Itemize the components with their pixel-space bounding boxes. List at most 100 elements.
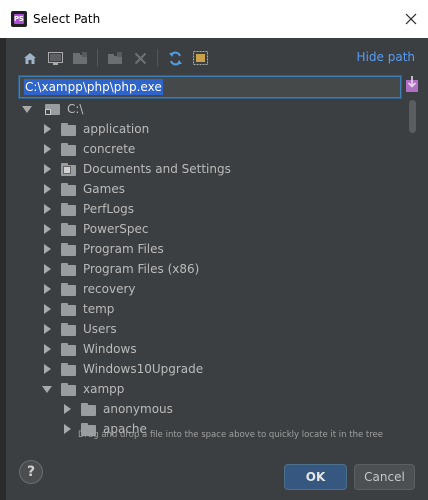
tree-item[interactable]: Program Files bbox=[16, 239, 411, 259]
tree-item[interactable]: xampp bbox=[16, 379, 411, 399]
tree-item-label: Program Files (x86) bbox=[83, 262, 200, 276]
phpstorm-app-icon bbox=[11, 11, 27, 27]
cancel-button[interactable]: Cancel bbox=[354, 464, 415, 490]
folder-icon bbox=[61, 122, 77, 136]
toolbar-separator bbox=[157, 49, 158, 67]
expand-arrow-icon[interactable] bbox=[41, 139, 53, 159]
show-hidden-button[interactable] bbox=[191, 49, 209, 67]
folder-icon bbox=[61, 162, 77, 176]
toolbar bbox=[21, 48, 209, 68]
window-title: Select Path bbox=[33, 12, 101, 26]
folder-icon bbox=[61, 342, 77, 356]
tree-item[interactable]: Documents and Settings bbox=[16, 159, 411, 179]
folder-icon bbox=[81, 402, 97, 416]
folder-icon bbox=[61, 182, 77, 196]
expand-arrow-icon[interactable] bbox=[41, 299, 53, 319]
tree-item[interactable]: Windows10Upgrade bbox=[16, 359, 411, 379]
tree-item-label: Users bbox=[83, 322, 117, 336]
tree-item[interactable]: concrete bbox=[16, 139, 411, 159]
tree-item-label: anonymous bbox=[103, 402, 173, 416]
delete-icon bbox=[134, 52, 146, 64]
new-folder-icon bbox=[107, 51, 122, 64]
path-history-button[interactable] bbox=[406, 76, 420, 94]
expand-arrow-icon[interactable] bbox=[41, 119, 53, 139]
folder-icon bbox=[61, 382, 77, 396]
toolbar-separator bbox=[97, 49, 98, 67]
tree-item[interactable]: PowerSpec bbox=[16, 219, 411, 239]
refresh-icon bbox=[168, 51, 182, 65]
tree-item-label: PerfLogs bbox=[83, 202, 135, 216]
tree-item-label: Program Files bbox=[83, 242, 164, 256]
tree-item[interactable]: Users bbox=[16, 319, 411, 339]
tree-item-label: temp bbox=[83, 302, 115, 316]
tree-item-label: application bbox=[83, 122, 150, 136]
help-button[interactable]: ? bbox=[19, 460, 43, 484]
tree-item-label: Windows10Upgrade bbox=[83, 362, 204, 376]
tree-item-label: xampp bbox=[83, 382, 125, 396]
expand-arrow-icon[interactable] bbox=[41, 199, 53, 219]
tree-item-label: recovery bbox=[83, 282, 136, 296]
drive-icon bbox=[45, 103, 61, 115]
delete-button[interactable] bbox=[131, 49, 149, 67]
project-icon bbox=[72, 51, 87, 64]
expand-arrow-icon[interactable] bbox=[41, 159, 53, 179]
expand-arrow-icon[interactable] bbox=[41, 279, 53, 299]
expand-arrow-icon[interactable] bbox=[41, 359, 53, 379]
folder-icon bbox=[61, 202, 77, 216]
home-icon bbox=[24, 52, 36, 64]
tree-item-label: concrete bbox=[83, 142, 136, 156]
desktop-button[interactable] bbox=[46, 49, 64, 67]
tree-item-label: Windows bbox=[83, 342, 137, 356]
title-bar: Select Path bbox=[0, 0, 428, 38]
tree-item-label: Documents and Settings bbox=[83, 162, 231, 176]
home-button[interactable] bbox=[21, 49, 39, 67]
file-tree[interactable]: C:\ application concrete Documents and Sett… bbox=[16, 99, 416, 465]
path-input-value: C:\xampp\php\php.exe bbox=[24, 79, 163, 95]
collapse-arrow-icon[interactable] bbox=[41, 379, 53, 399]
expand-arrow-icon[interactable] bbox=[21, 99, 33, 119]
tree-item[interactable]: Games bbox=[16, 179, 411, 199]
tree-item[interactable]: anonymous bbox=[16, 399, 411, 419]
folder-icon bbox=[61, 362, 77, 376]
folder-icon bbox=[61, 282, 77, 296]
tree-item[interactable]: application bbox=[16, 119, 411, 139]
folder-icon bbox=[61, 222, 77, 236]
tree-item[interactable]: Program Files (x86) bbox=[16, 259, 411, 279]
drag-drop-hint: Drag and drop a file into the space abov… bbox=[78, 430, 384, 440]
tree-scrollbar[interactable] bbox=[406, 98, 418, 466]
close-button[interactable] bbox=[394, 0, 428, 38]
folder-icon bbox=[61, 302, 77, 316]
tree-item[interactable]: recovery bbox=[16, 279, 411, 299]
close-icon bbox=[405, 13, 417, 25]
folder-icon bbox=[61, 242, 77, 256]
scroll-thumb[interactable] bbox=[409, 100, 416, 133]
expand-arrow-icon[interactable] bbox=[61, 399, 73, 419]
desktop-icon bbox=[47, 51, 63, 65]
folder-icon bbox=[61, 142, 77, 156]
refresh-button[interactable] bbox=[166, 49, 184, 67]
expand-arrow-icon[interactable] bbox=[41, 179, 53, 199]
project-button[interactable] bbox=[71, 49, 89, 67]
tree-root-row[interactable]: C:\ bbox=[16, 99, 411, 119]
expand-arrow-icon[interactable] bbox=[41, 259, 53, 279]
folder-icon bbox=[61, 322, 77, 336]
path-input[interactable]: C:\xampp\php\php.exe bbox=[19, 76, 401, 98]
tree-item-label: PowerSpec bbox=[83, 222, 149, 236]
expand-arrow-icon[interactable] bbox=[41, 219, 53, 239]
expand-arrow-icon[interactable] bbox=[41, 339, 53, 359]
expand-arrow-icon[interactable] bbox=[41, 319, 53, 339]
ok-button[interactable]: OK bbox=[284, 464, 347, 490]
show-hidden-icon bbox=[192, 51, 208, 65]
tree-item[interactable]: PerfLogs bbox=[16, 199, 411, 219]
tree-item[interactable]: Windows bbox=[16, 339, 411, 359]
tree-item[interactable]: temp bbox=[16, 299, 411, 319]
select-path-dialog: Hide path C:\xampp\php\php.exe C:\ applic… bbox=[5, 38, 428, 500]
hide-path-link[interactable]: Hide path bbox=[357, 50, 415, 64]
tree-item-label: Games bbox=[83, 182, 125, 196]
tree-item-label: C:\ bbox=[67, 102, 84, 116]
folder-icon bbox=[61, 262, 77, 276]
expand-arrow-icon[interactable] bbox=[41, 239, 53, 259]
expand-arrow-icon[interactable] bbox=[61, 419, 73, 439]
new-folder-button[interactable] bbox=[106, 49, 124, 67]
download-icon bbox=[406, 76, 418, 92]
